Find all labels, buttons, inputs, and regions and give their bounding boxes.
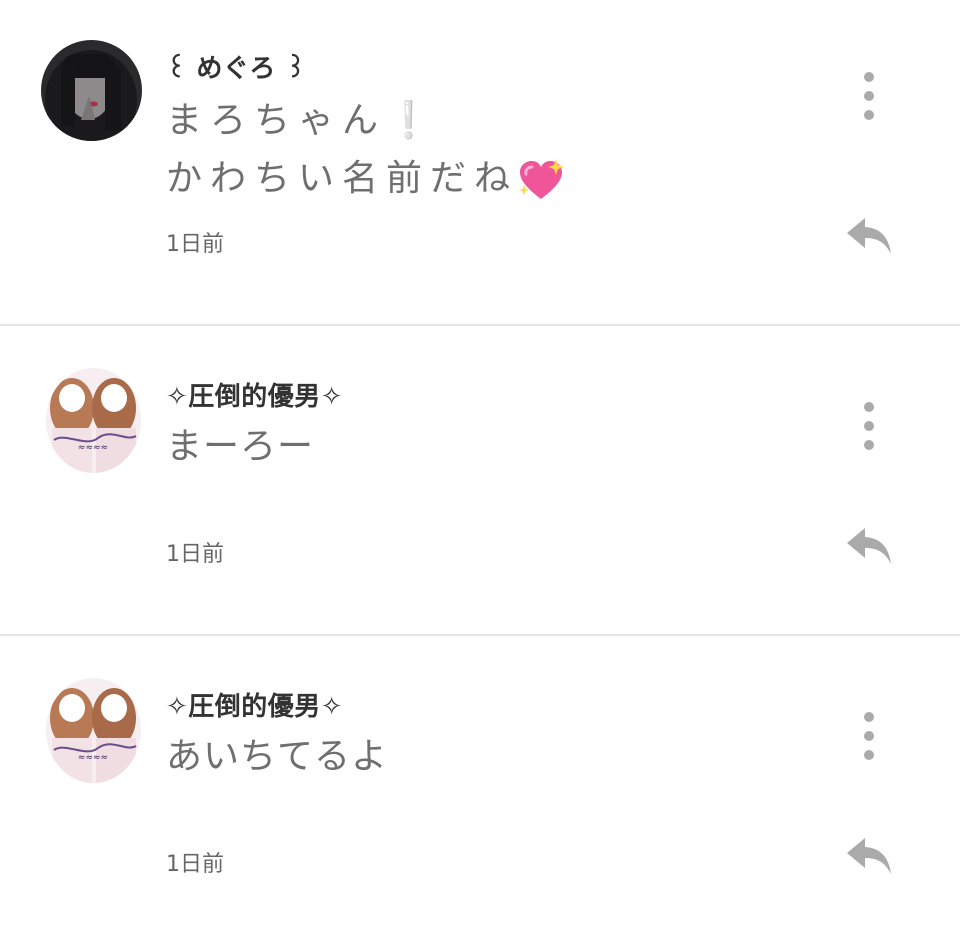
comment-line: まーろー [166,426,315,467]
timestamp: 1日前 [166,232,224,257]
more-options-icon[interactable] [856,72,882,120]
comment-item: ꒰ めぐろ ꒱ まろちゃん❕ かわちい名前だね 1日前 [0,0,960,326]
avatar[interactable]: ≈≈≈≈ [46,368,141,473]
timestamp: 1日前 [166,852,224,877]
reply-icon[interactable] [845,216,893,256]
two-girls-purikura-avatar-icon: ≈≈≈≈ [46,368,141,473]
avatar[interactable]: ≈≈≈≈ [46,678,141,783]
comment-line: かわちい名前だね [166,158,519,199]
more-options-icon[interactable] [856,712,882,760]
more-options-icon[interactable] [856,402,882,450]
reply-icon[interactable] [845,526,893,566]
author-name[interactable]: ✧圧倒的優男✧ [166,376,343,413]
comment-line: まろちゃん❕ [166,100,439,141]
svg-text:≈≈≈≈: ≈≈≈≈ [78,443,108,453]
comment-body: まーろー [166,418,314,476]
two-girls-purikura-avatar-icon: ≈≈≈≈ [46,678,141,783]
author-name[interactable]: ✧圧倒的優男✧ [166,686,343,723]
reply-icon[interactable] [845,836,893,876]
comment-line: あいちてるよ [166,736,389,777]
comment-item: ≈≈≈≈ ✧圧倒的優男✧ まーろー 1日前 [0,326,960,636]
avatar[interactable] [41,40,142,141]
comment-line-with-emoji: かわちい名前だね [166,150,565,208]
comment-body: まろちゃん❕ かわちい名前だね [166,92,565,208]
comment-body: あいちてるよ [166,728,388,786]
author-name[interactable]: ꒰ めぐろ ꒱ [166,48,306,85]
timestamp: 1日前 [166,542,224,567]
sparkling-heart-icon [519,159,565,199]
svg-text:≈≈≈≈: ≈≈≈≈ [78,753,108,763]
dark-haired-girl-avatar-icon [41,40,142,141]
comment-item: ≈≈≈≈ ✧圧倒的優男✧ あいちてるよ 1日前 [0,636,960,944]
